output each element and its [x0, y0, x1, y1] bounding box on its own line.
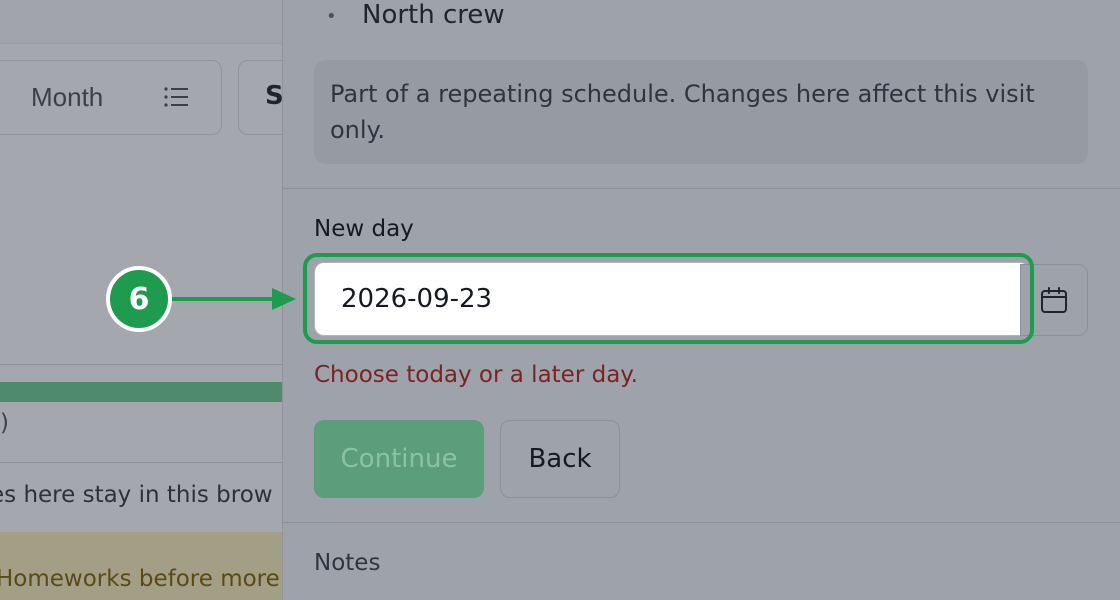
list-icon — [164, 87, 188, 107]
continue-button[interactable]: Continue — [314, 420, 484, 498]
list-bullet: • — [326, 6, 337, 27]
secondary-view-button[interactable]: S — [238, 60, 282, 135]
date-error-message: Choose today or a later day. — [314, 362, 638, 388]
calendar-icon — [1041, 287, 1067, 313]
progress-bar — [0, 382, 282, 402]
new-day-input[interactable] — [314, 262, 1030, 336]
secondary-view-label: S — [265, 81, 282, 111]
warning-banner-text: Homeworks before more — [0, 566, 280, 592]
progress-caption: ) — [0, 410, 9, 436]
notes-label: Notes — [314, 550, 381, 576]
back-button[interactable]: Back — [500, 420, 620, 498]
divider — [0, 364, 282, 365]
storage-hint: es here stay in this brow — [0, 482, 273, 508]
divider — [0, 462, 282, 463]
section-divider — [282, 522, 1120, 523]
month-view-label: Month — [31, 82, 104, 112]
repeat-schedule-note: Part of a repeating schedule. Changes he… — [314, 60, 1088, 164]
new-day-label: New day — [314, 216, 414, 242]
section-divider — [282, 188, 1120, 189]
calendar-picker-button[interactable] — [1020, 264, 1088, 336]
background-toolbar — [0, 0, 282, 44]
step-number-badge: 6 — [106, 266, 172, 332]
arrow-right-icon — [172, 288, 296, 310]
crew-name: North crew — [362, 0, 505, 30]
